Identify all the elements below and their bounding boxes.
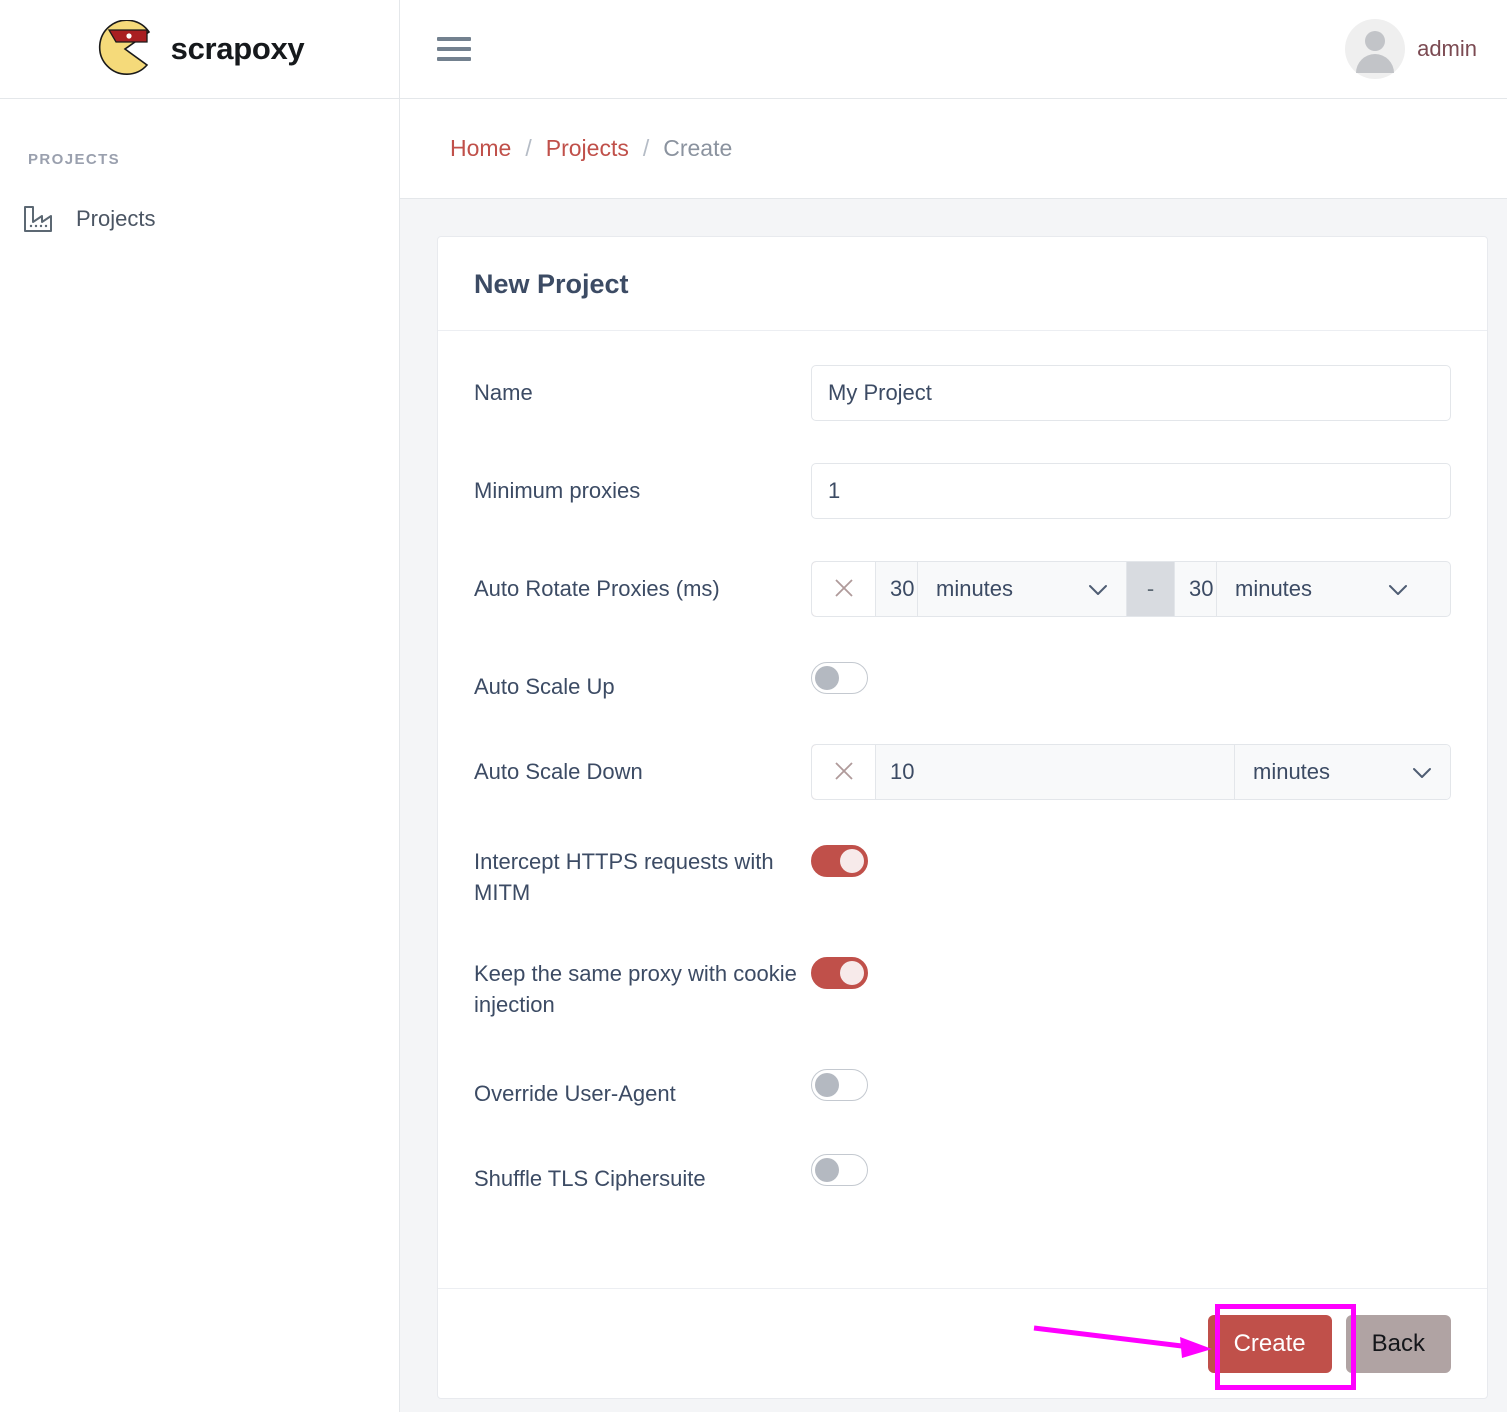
toggle-knob <box>815 1073 839 1097</box>
form-row-auto-scale-down: Auto Scale Down 10 minutes <box>474 744 1451 800</box>
intercept-https-toggle[interactable] <box>811 845 868 877</box>
control-shuffle-tls <box>811 1151 1451 1191</box>
label-auto-scale-up: Auto Scale Up <box>474 674 615 699</box>
close-x-icon <box>833 760 855 785</box>
brand-header[interactable]: scrapoxy <box>0 0 399 99</box>
close-x-icon <box>833 577 855 602</box>
main-area: admin Home / Projects / Create New Proje… <box>400 0 1507 1412</box>
user-menu[interactable]: admin <box>1345 19 1477 79</box>
toggle-knob <box>815 1158 839 1182</box>
create-button[interactable]: Create <box>1207 1314 1332 1373</box>
topbar: admin <box>400 0 1507 99</box>
auto-rotate-input-group: minutes - mi <box>811 561 1451 617</box>
form-row-keep-same-proxy: Keep the same proxy with cookie injectio… <box>474 954 1451 1020</box>
label-intercept-https: Intercept HTTPS requests with MITM <box>474 849 774 905</box>
back-button[interactable]: Back <box>1345 1314 1451 1373</box>
breadcrumb-item-home[interactable]: Home <box>450 135 511 162</box>
control-name <box>811 365 1451 421</box>
auto-scale-down-clear-button[interactable] <box>812 745 876 799</box>
card-footer: Create Back <box>438 1288 1487 1398</box>
label-keep-same-proxy: Keep the same proxy with cookie injectio… <box>474 961 797 1017</box>
auto-rotate-min-unit-value: minutes <box>936 576 1014 601</box>
auto-rotate-clear-button[interactable] <box>812 562 876 616</box>
user-avatar-icon <box>1345 19 1406 79</box>
sidebar-section-title: PROJECTS <box>28 151 121 168</box>
form-row-name: Name <box>474 365 1451 421</box>
form-row-intercept-https: Intercept HTTPS requests with MITM <box>474 842 1451 908</box>
sidebar: scrapoxy PROJECTS Projects <box>0 0 400 1412</box>
content-area: New Project Name Minimum proxies <box>400 199 1507 1412</box>
control-auto-rotate: minutes - mi <box>811 561 1451 617</box>
form-row-minimum-proxies: Minimum proxies <box>474 463 1451 519</box>
auto-scale-up-toggle[interactable] <box>811 662 868 694</box>
auto-rotate-max-unit-value: minutes <box>1235 576 1313 601</box>
shuffle-tls-toggle[interactable] <box>811 1154 868 1186</box>
auto-rotate-max-unit-select[interactable]: minutes <box>1217 562 1426 616</box>
control-auto-scale-down: minutes <box>811 744 1451 800</box>
auto-rotate-range-separator: - <box>1127 562 1175 616</box>
toggle-knob <box>840 849 864 873</box>
hamburger-icon[interactable] <box>436 34 472 64</box>
control-intercept-https <box>811 842 1451 882</box>
card-header: New Project <box>438 237 1487 331</box>
control-minimum-proxies <box>811 463 1451 519</box>
name-input[interactable] <box>811 365 1451 421</box>
breadcrumb-separator: / <box>525 135 532 161</box>
user-name-label: admin <box>1417 36 1477 61</box>
chevron-down-icon <box>1088 576 1108 602</box>
control-keep-same-proxy <box>811 954 1451 994</box>
form-row-override-user-agent: Override User-Agent <box>474 1066 1451 1109</box>
auto-rotate-min-input[interactable] <box>876 562 918 616</box>
sidebar-item-projects[interactable]: Projects <box>0 185 399 253</box>
auto-scale-down-unit-select[interactable]: minutes <box>1235 745 1450 799</box>
brand-name: scrapoxy <box>170 31 305 66</box>
app-root: scrapoxy PROJECTS Projects admin Home / … <box>0 0 1507 1412</box>
page-title: New Project <box>474 269 629 299</box>
chevron-down-icon <box>1388 576 1408 602</box>
label-auto-rotate: Auto Rotate Proxies (ms) <box>474 576 720 601</box>
breadcrumb-item-create: Create <box>663 135 733 161</box>
label-name: Name <box>474 380 533 405</box>
card-body: Name Minimum proxies Auto <box>438 331 1487 1288</box>
breadcrumb-item-projects[interactable]: Projects <box>546 135 629 162</box>
label-minimum-proxies: Minimum proxies <box>474 478 641 503</box>
toggle-knob <box>840 961 864 985</box>
auto-scale-down-unit-value: minutes <box>1253 759 1331 784</box>
new-project-card: New Project Name Minimum proxies <box>437 236 1488 1399</box>
pacman-logo-icon <box>95 19 155 78</box>
chevron-down-icon <box>1412 759 1432 785</box>
breadcrumb-separator: / <box>642 135 650 161</box>
form-row-auto-scale-up: Auto Scale Up <box>474 659 1451 702</box>
auto-rotate-max-input[interactable] <box>1175 562 1217 616</box>
factory-icon <box>22 203 54 235</box>
auto-scale-down-input[interactable] <box>876 745 1235 799</box>
auto-scale-down-input-group: minutes <box>811 744 1451 800</box>
breadcrumb: Home / Projects / Create <box>400 99 1507 199</box>
toggle-knob <box>815 666 839 690</box>
label-override-user-agent: Override User-Agent <box>474 1081 676 1106</box>
control-override-user-agent <box>811 1066 1451 1106</box>
control-auto-scale-up <box>811 659 1451 699</box>
keep-same-proxy-toggle[interactable] <box>811 957 868 989</box>
label-shuffle-tls: Shuffle TLS Ciphersuite <box>474 1166 706 1191</box>
sidebar-item-label: Projects <box>76 206 156 231</box>
override-user-agent-toggle[interactable] <box>811 1069 868 1101</box>
minimum-proxies-input[interactable] <box>811 463 1451 519</box>
label-auto-scale-down: Auto Scale Down <box>474 759 643 784</box>
auto-rotate-min-unit-select[interactable]: minutes <box>918 562 1127 616</box>
form-row-shuffle-tls: Shuffle TLS Ciphersuite <box>474 1151 1451 1194</box>
form-row-auto-rotate: Auto Rotate Proxies (ms) 30 minutes - 30… <box>474 561 1451 617</box>
